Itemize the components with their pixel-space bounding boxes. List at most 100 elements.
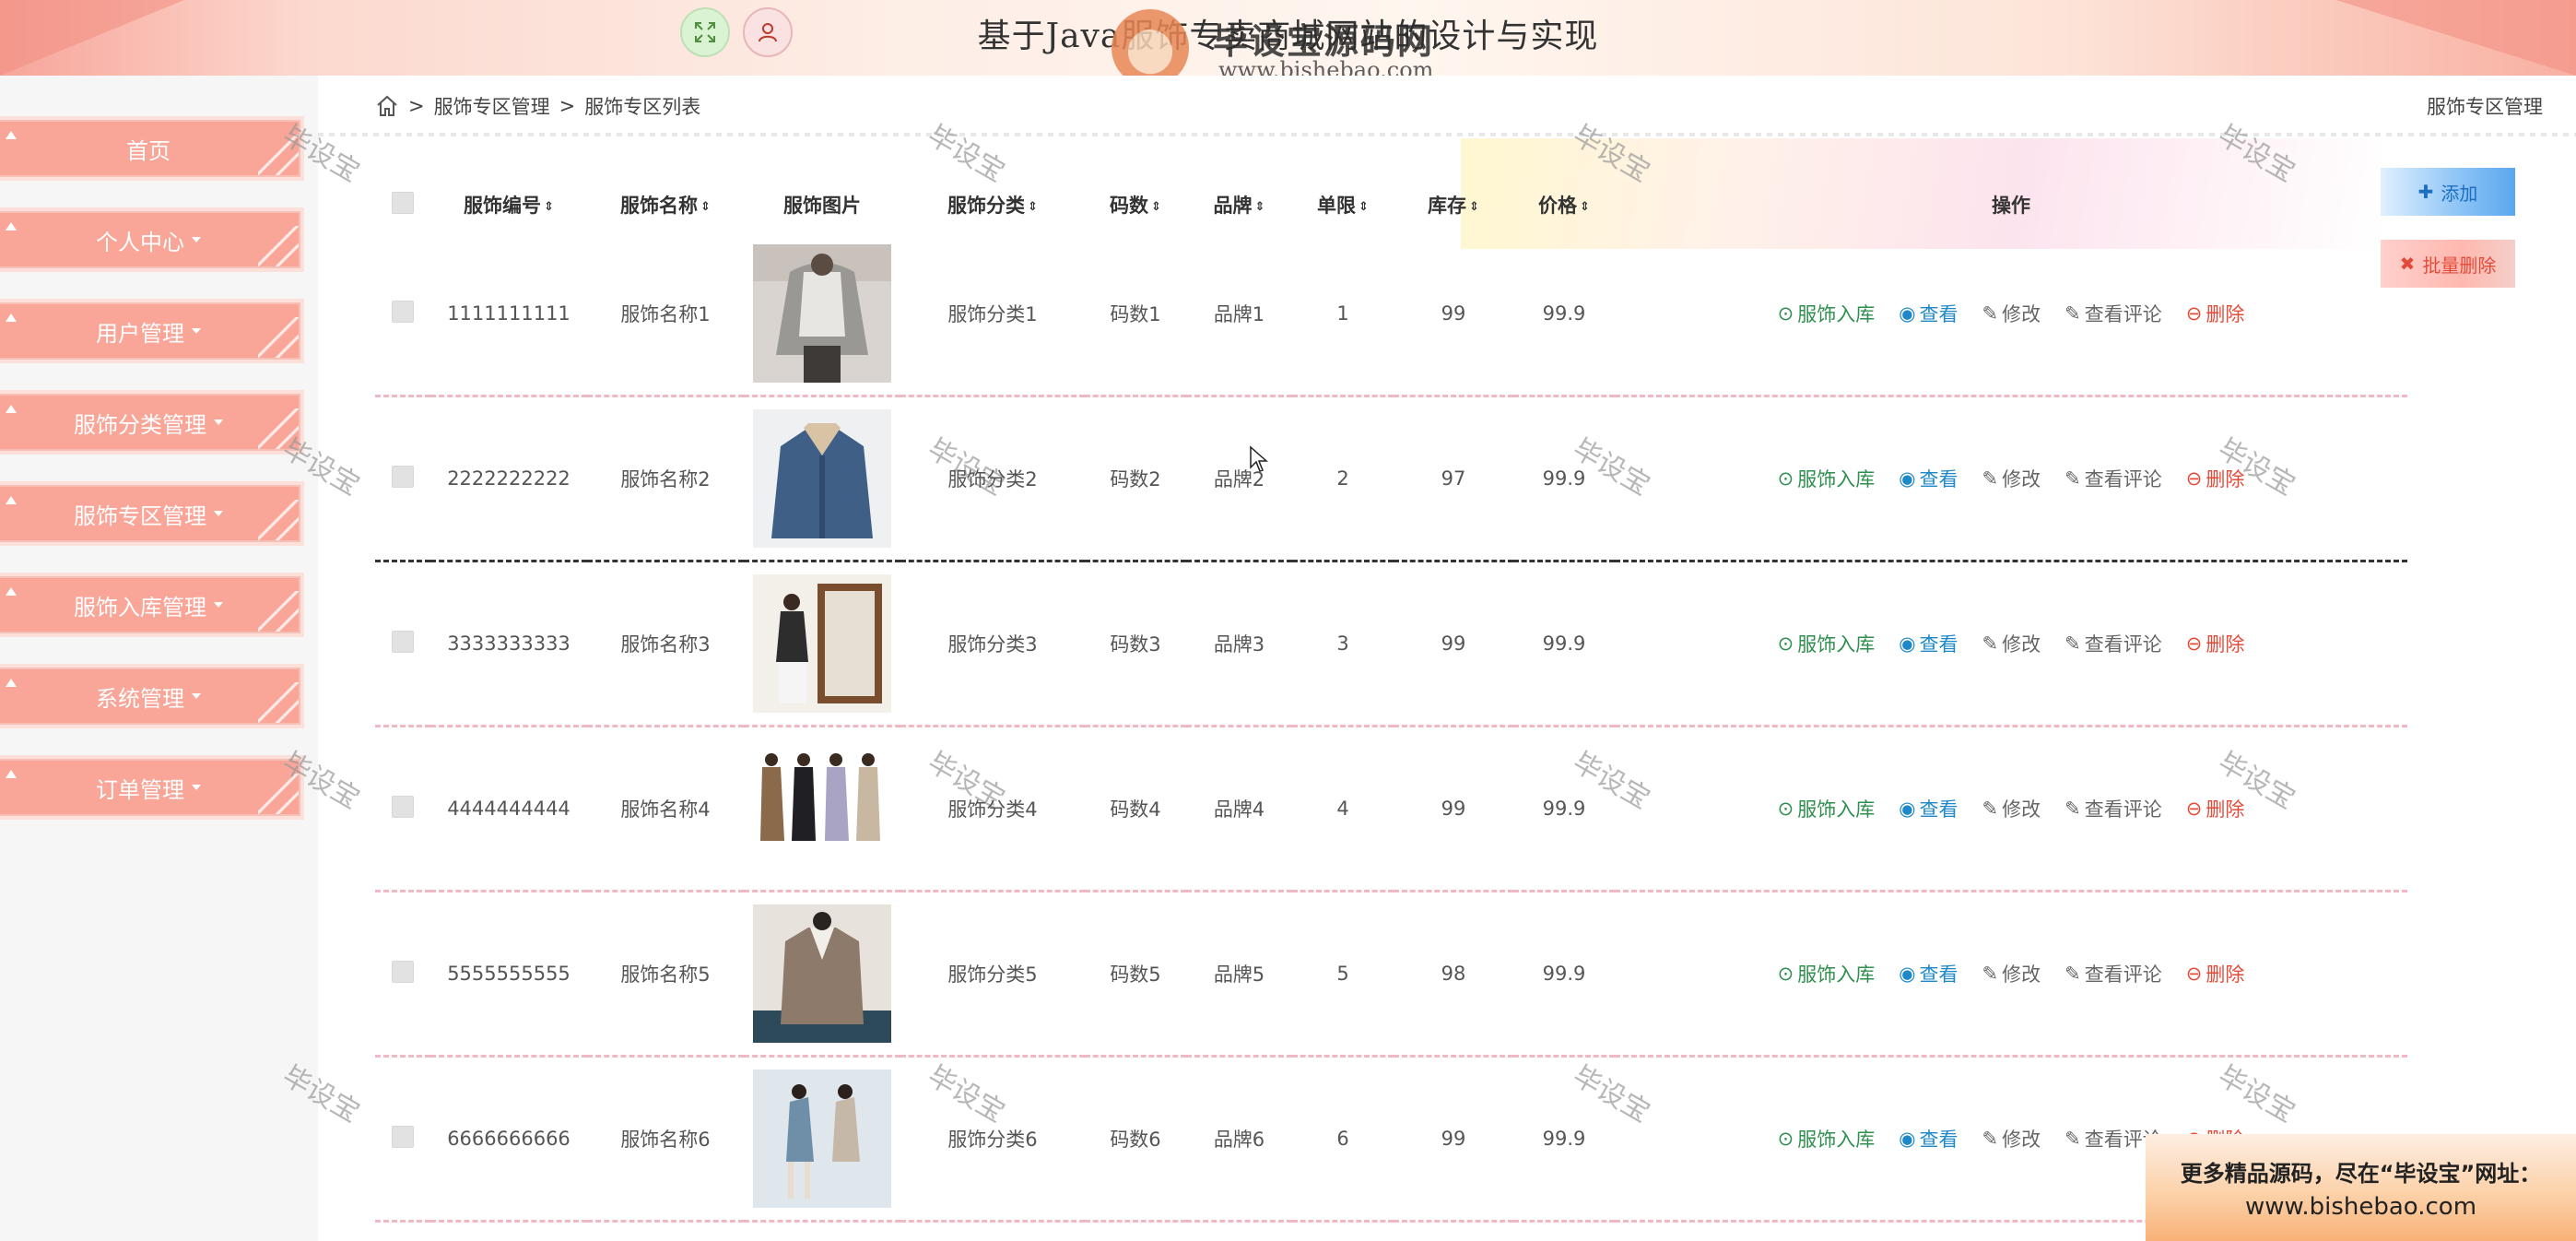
sidebar-item-label: 服饰分类管理 xyxy=(74,411,206,438)
pencil-icon: ✎ xyxy=(2064,302,2081,325)
sidebar-item-category-management[interactable]: 服饰分类管理 xyxy=(0,394,300,451)
edit-button[interactable]: ✎ 修改 xyxy=(1982,960,2041,987)
column-header-category[interactable]: 服饰分类 ⇕ xyxy=(900,177,1085,232)
product-thumbnail[interactable] xyxy=(753,409,891,548)
sidebar-item-label: 用户管理 xyxy=(96,320,184,347)
pencil-icon: ✎ xyxy=(2064,632,2081,655)
sort-icon: ⇕ xyxy=(1151,199,1161,214)
table-row: 2222222222 服饰名称2 服饰分类2 码数2 品牌2 2 97 99.9… xyxy=(375,396,2407,562)
cell-name: 服饰名称6 xyxy=(587,1056,744,1223)
grey-hoodie-photo xyxy=(753,244,891,383)
column-header-price[interactable]: 价格 ⇕ xyxy=(1513,177,1615,232)
product-thumbnail[interactable] xyxy=(753,1070,891,1208)
sidebar-item-personal-center[interactable]: 个人中心 xyxy=(0,211,300,268)
edit-button[interactable]: ✎ 修改 xyxy=(1982,300,2041,327)
column-header-name[interactable]: 服饰名称 ⇕ xyxy=(587,177,744,232)
product-thumbnail[interactable] xyxy=(753,574,891,713)
cell-stock: 99 xyxy=(1394,726,1513,892)
delete-button[interactable]: ⊖删除 xyxy=(2186,630,2245,657)
view-button[interactable]: ◉ 查看 xyxy=(1899,1125,1958,1152)
select-all-checkbox[interactable] xyxy=(392,191,414,214)
inbound-button[interactable]: ⊙ 服饰入库 xyxy=(1778,1125,1876,1152)
cell-brand: 品牌3 xyxy=(1186,561,1292,727)
minus-circle-icon: ⊖ xyxy=(2185,467,2203,490)
sidebar-item-label: 服饰入库管理 xyxy=(74,594,206,620)
cell-name: 服饰名称1 xyxy=(587,232,744,397)
sidebar-item-inbound-management[interactable]: 服饰入库管理 xyxy=(0,576,300,633)
column-header-id[interactable]: 服饰编号 ⇕ xyxy=(430,177,587,232)
row-actions: ⊙服饰入库 ◉查看 ✎修改 ✎查看评论 ⊖删除 xyxy=(1615,630,2407,657)
delete-button[interactable]: ⊖删除 xyxy=(2186,465,2245,492)
row-checkbox[interactable] xyxy=(392,630,414,653)
cell-stock: 99 xyxy=(1394,232,1513,397)
promo-banner[interactable]: 更多精品源码，尽在“毕设宝”网址： www.bishebao.com xyxy=(2146,1134,2576,1241)
column-header-brand[interactable]: 品牌 ⇕ xyxy=(1186,177,1292,232)
edit-button[interactable]: ✎ 修改 xyxy=(1982,465,2041,492)
row-checkbox[interactable] xyxy=(392,300,414,323)
view-comments-button[interactable]: ✎ 查看评论 xyxy=(2064,300,2162,327)
sidebar-item-zone-management[interactable]: 服饰专区管理 xyxy=(0,485,300,542)
view-button[interactable]: ◉ 查看 xyxy=(1899,960,1958,987)
batch-delete-button[interactable]: ✖ 批量删除 xyxy=(2381,240,2515,288)
caret-down-icon xyxy=(214,602,223,608)
table-row: 3333333333 服饰名称3 服饰分类3 码数3 品牌3 3 99 99.9… xyxy=(375,561,2407,727)
inbound-button[interactable]: ⊙ 服饰入库 xyxy=(1778,465,1876,492)
home-icon[interactable] xyxy=(375,94,399,118)
eye-icon: ◉ xyxy=(1899,798,1916,820)
row-checkbox[interactable] xyxy=(392,465,414,488)
row-checkbox[interactable] xyxy=(392,960,414,983)
view-comments-button[interactable]: ✎ 查看评论 xyxy=(2064,630,2162,657)
cell-id: 5555555555 xyxy=(430,891,587,1058)
edit-button[interactable]: ✎ 修改 xyxy=(1982,1125,2041,1152)
view-comments-button[interactable]: ✎ 查看评论 xyxy=(2064,960,2162,987)
cell-name: 服饰名称4 xyxy=(587,726,744,892)
delete-button[interactable]: ⊖删除 xyxy=(2186,300,2245,327)
pencil-icon: ✎ xyxy=(2064,467,2081,490)
product-thumbnail[interactable] xyxy=(753,739,891,878)
view-button[interactable]: ◉ 查看 xyxy=(1899,465,1958,492)
view-button[interactable]: ◉ 查看 xyxy=(1899,630,1958,657)
caret-down-icon xyxy=(192,693,201,699)
sidebar-item-user-management[interactable]: 用户管理 xyxy=(0,302,300,360)
page-section-label: 服饰专区管理 xyxy=(2427,96,2543,118)
edit-button[interactable]: ✎ 修改 xyxy=(1982,795,2041,822)
inbound-button[interactable]: ⊙ 服饰入库 xyxy=(1778,630,1876,657)
clothing-zone-table: 服饰编号 ⇕ 服饰名称 ⇕ 服饰图片 服饰分类 ⇕ 码数 ⇕ 品牌 ⇕ 单限 ⇕ 库存 ⇕ 价… xyxy=(375,177,2407,1223)
column-header-size[interactable]: 码数 ⇕ xyxy=(1085,177,1186,232)
product-thumbnail[interactable] xyxy=(753,244,891,383)
view-comments-button[interactable]: ✎ 查看评论 xyxy=(2064,465,2162,492)
main-content: > 服饰专区管理 > 服饰专区列表 服饰专区管理 毕设宝 毕设宝 毕设宝 毕设宝… xyxy=(277,76,2576,1241)
sidebar-item-home[interactable]: 首页 xyxy=(0,120,300,177)
sidebar-item-system-management[interactable]: 系统管理 xyxy=(0,668,300,725)
cell-size: 码数1 xyxy=(1085,232,1186,397)
cell-brand: 品牌1 xyxy=(1186,232,1292,397)
cell-stock: 98 xyxy=(1394,891,1513,1058)
view-comments-button[interactable]: ✎ 查看评论 xyxy=(2064,795,2162,822)
product-thumbnail[interactable] xyxy=(753,904,891,1043)
inbound-button[interactable]: ⊙ 服饰入库 xyxy=(1778,300,1876,327)
delete-button[interactable]: ⊖删除 xyxy=(2186,795,2245,822)
column-header-limit[interactable]: 单限 ⇕ xyxy=(1292,177,1394,232)
breadcrumb-level1[interactable]: 服饰专区管理 xyxy=(434,92,550,120)
table-row: 6666666666 服饰名称6 服饰分类6 码数6 品牌6 6 99 99.9… xyxy=(375,1056,2407,1223)
row-checkbox[interactable] xyxy=(392,1125,414,1148)
view-button[interactable]: ◉ 查看 xyxy=(1899,795,1958,822)
minus-circle-icon: ⊖ xyxy=(2185,963,2203,985)
add-button[interactable]: ✚ 添加 xyxy=(2381,168,2515,216)
sort-icon: ⇕ xyxy=(1254,199,1265,214)
cell-id: 6666666666 xyxy=(430,1056,587,1223)
view-button[interactable]: ◉ 查看 xyxy=(1899,300,1958,327)
delete-button[interactable]: ⊖删除 xyxy=(2186,960,2245,987)
sidebar-item-order-management[interactable]: 订单管理 xyxy=(0,759,300,816)
inbound-button[interactable]: ⊙ 服饰入库 xyxy=(1778,795,1876,822)
edit-button[interactable]: ✎ 修改 xyxy=(1982,630,2041,657)
cell-limit: 2 xyxy=(1292,396,1394,562)
row-checkbox[interactable] xyxy=(392,795,414,818)
inbound-button[interactable]: ⊙ 服饰入库 xyxy=(1778,960,1876,987)
pencil-icon: ✎ xyxy=(1982,467,1999,490)
check-circle-icon: ⊙ xyxy=(1777,798,1794,820)
cell-brand: 品牌2 xyxy=(1186,396,1292,562)
column-header-stock[interactable]: 库存 ⇕ xyxy=(1394,177,1513,232)
sidebar-item-label: 个人中心 xyxy=(96,229,184,255)
select-all-cell xyxy=(375,177,430,232)
